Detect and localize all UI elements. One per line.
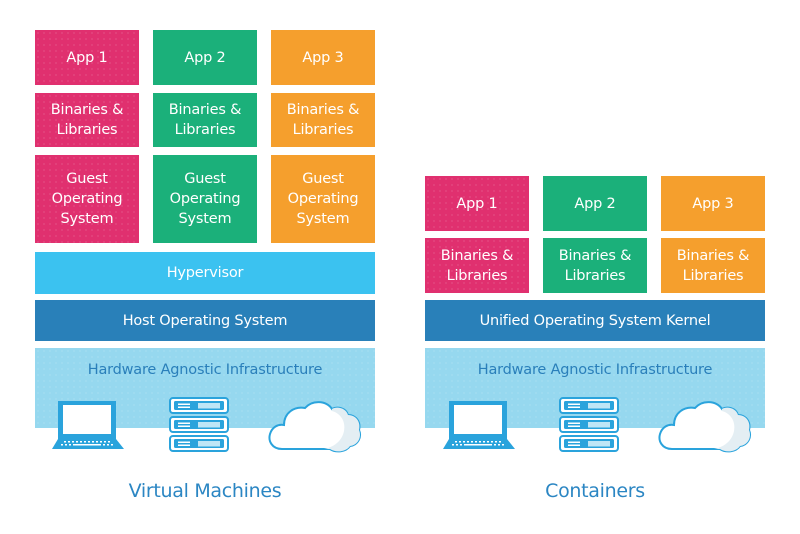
ct-app-1-label: App 1 <box>456 195 498 212</box>
vm-app-1-label: App 1 <box>66 49 108 66</box>
kernel-layer: Unified Operating System Kernel <box>425 300 765 341</box>
ct-app-2-box: App 2 <box>543 176 647 231</box>
vm-app-3-label: App 3 <box>302 49 344 66</box>
hypervisor-layer: Hypervisor <box>35 252 375 294</box>
containers-title: Containers <box>545 480 645 502</box>
vm-guest-os-2-label: Guest Operating System <box>169 171 241 227</box>
vm-guest-os-2-box: Guest Operating System <box>153 155 257 243</box>
hypervisor-label: Hypervisor <box>166 265 244 281</box>
vm-app-1-box: App 1 <box>35 30 139 85</box>
ct-binaries-2-box: Binaries & Libraries <box>543 238 647 293</box>
ct-binaries-1-label: Binaries & Libraries <box>440 247 514 284</box>
kernel-label: Unified Operating System Kernel <box>479 312 711 329</box>
ct-binaries-3-label: Binaries & Libraries <box>676 247 750 284</box>
vm-binaries-2-label: Binaries & Libraries <box>168 102 242 138</box>
vm-title: Virtual Machines <box>128 480 282 502</box>
ct-app-2-label: App 2 <box>574 195 616 212</box>
laptop-icon <box>441 400 517 452</box>
server-rack-icon <box>558 396 620 454</box>
vm-hardware-label: Hardware Agnostic Infrastructure <box>87 362 323 378</box>
vm-binaries-1-box: Binaries & Libraries <box>35 93 139 147</box>
cloud-icon <box>266 397 362 455</box>
ct-app-3-box: App 3 <box>661 176 765 231</box>
ct-binaries-2-label: Binaries & Libraries <box>558 247 632 284</box>
vm-app-3-box: App 3 <box>271 30 375 85</box>
host-os-layer: Host Operating System <box>35 300 375 341</box>
vm-guest-os-3-box: Guest Operating System <box>271 155 375 243</box>
vm-app-2-box: App 2 <box>153 30 257 85</box>
vm-guest-os-1-box: Guest Operating System <box>35 155 139 243</box>
vm-guest-os-1-label: Guest Operating System <box>51 171 123 227</box>
vm-binaries-3-box: Binaries & Libraries <box>271 93 375 147</box>
ct-hardware-label: Hardware Agnostic Infrastructure <box>477 362 713 378</box>
ct-app-3-label: App 3 <box>692 195 734 212</box>
vm-binaries-1-label: Binaries & Libraries <box>50 102 124 138</box>
vm-binaries-2-box: Binaries & Libraries <box>153 93 257 147</box>
vm-app-2-label: App 2 <box>184 49 226 66</box>
ct-app-1-box: App 1 <box>425 176 529 231</box>
cloud-icon <box>656 397 752 455</box>
server-rack-icon <box>168 396 230 454</box>
vm-guest-os-3-label: Guest Operating System <box>287 171 359 227</box>
host-os-label: Host Operating System <box>122 312 288 329</box>
laptop-icon <box>50 400 126 452</box>
ct-binaries-1-box: Binaries & Libraries <box>425 238 529 293</box>
vm-binaries-3-label: Binaries & Libraries <box>286 102 360 138</box>
ct-binaries-3-box: Binaries & Libraries <box>661 238 765 293</box>
